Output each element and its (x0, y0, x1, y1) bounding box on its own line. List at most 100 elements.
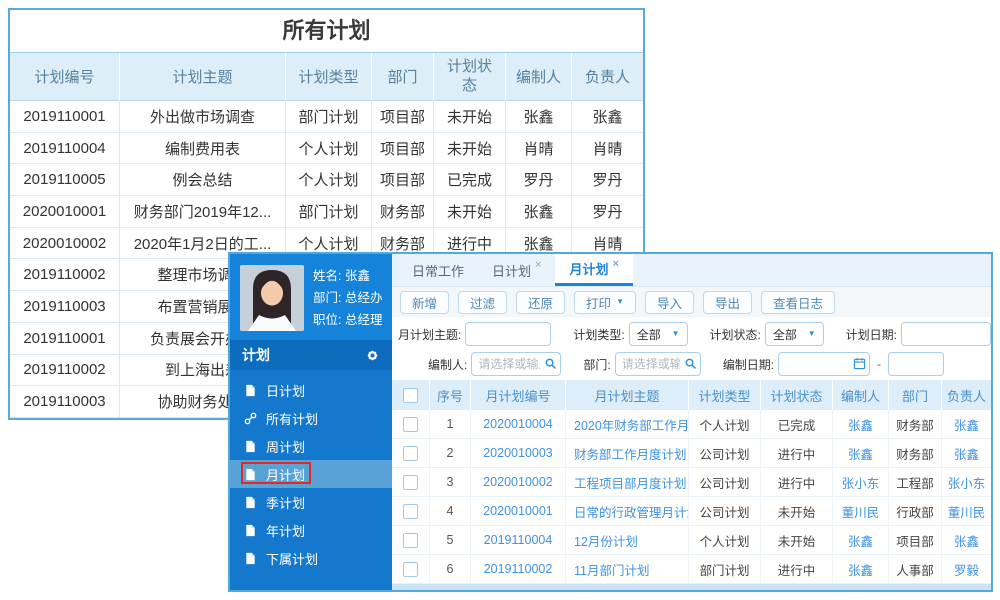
horizontal-scrollbar[interactable] (392, 584, 991, 590)
create-date-to-input[interactable] (888, 352, 945, 376)
bg-column-header-label: 计划主题 (172, 69, 233, 86)
toolbar-button-新增[interactable]: 新增 (400, 290, 450, 314)
cell-subject[interactable]: 日常的行政管理月计划 (566, 497, 689, 526)
plan-column-header: 月计划编号 (471, 380, 566, 410)
cell-subject[interactable]: 12月份计划 (566, 526, 689, 555)
search-icon[interactable] (544, 357, 557, 370)
cell-owner[interactable]: 张鑫 (942, 526, 991, 555)
cell-owner[interactable]: 董川民 (942, 497, 991, 526)
sidebar-item-所有计划[interactable]: 所有计划 (230, 404, 392, 432)
chevron-down-icon: ▼ (616, 297, 624, 306)
plan-column-header: 计划状态 (761, 380, 833, 410)
bg-cell: 2019110005 (10, 164, 120, 197)
cell-creator[interactable]: 张鑫 (833, 439, 889, 468)
cell-owner[interactable]: 张鑫 (942, 439, 991, 468)
row-checkbox-cell (392, 497, 430, 526)
row-checkbox[interactable] (403, 561, 418, 577)
cell-owner[interactable]: 罗毅 (942, 555, 991, 584)
plan-module-window: 姓名: 张鑫 部门: 总经办 职位: 总经理 计划 日计划 所有计划 周计划 月计划季… (228, 252, 993, 592)
cell-subject[interactable]: 财务部工作月度计划 (566, 439, 689, 468)
sidebar-item-年计划[interactable]: 年计划 (230, 516, 392, 544)
type-filter-select[interactable]: 全部 ▼ (628, 322, 688, 346)
tab-月计划[interactable]: 月计划 × (555, 254, 633, 286)
plan-table-body: 1 2020010004 2020年财务部工作月... 个人计划 已完成 张鑫 财务部 张鑫 2… (392, 410, 991, 584)
sidebar-section-header[interactable]: 计划 (230, 340, 392, 370)
type-filter-value: 全部 (636, 327, 661, 342)
cell-creator[interactable]: 董川民 (833, 497, 889, 526)
sidebar-item-日计划[interactable]: 日计划 (230, 376, 392, 404)
cell-creator[interactable]: 张小东 (833, 468, 889, 497)
status-filter-select[interactable]: 全部 ▼ (764, 322, 824, 346)
close-icon[interactable]: × (612, 258, 618, 270)
creator-filter-searchbox[interactable] (471, 352, 562, 376)
cell-creator[interactable]: 张鑫 (833, 410, 889, 439)
sidebar-item-周计划[interactable]: 周计划 (230, 432, 392, 460)
select-all-checkbox[interactable] (403, 387, 418, 403)
plan-table-header: 序号 月计划编号 月计划主题 计划类型 计划状态 编制人 部门 负责人 (392, 380, 991, 410)
toolbar-button-导出[interactable]: 导出 (703, 290, 753, 314)
sidebar-menu: 日计划所有计划周计划 月计划季计划年计划 下属计划 (230, 370, 392, 590)
tab-日常工作[interactable]: 日常工作 (398, 254, 478, 286)
bg-cell: 2019110002 (10, 354, 120, 387)
row-checkbox[interactable] (403, 445, 418, 461)
dept-filter-searchbox[interactable] (614, 352, 701, 376)
cell-id[interactable]: 2019110004 (471, 526, 566, 555)
cell-owner[interactable]: 张小东 (942, 468, 991, 497)
toolbar-button-导入[interactable]: 导入 (644, 290, 694, 314)
toolbar-button-打印[interactable]: 打印 ▼ (574, 290, 636, 314)
sidebar-item-label: 季计划 (266, 495, 306, 511)
plan-date-filter-input[interactable] (901, 322, 991, 346)
cell-type: 公司计划 (689, 497, 761, 526)
cell-creator[interactable]: 张鑫 (833, 526, 889, 555)
close-icon[interactable]: × (535, 259, 541, 271)
cell-id[interactable]: 2020010003 (471, 439, 566, 468)
bg-cell: 外出做市场调查 (120, 101, 286, 133)
cell-type: 部门计划 (689, 555, 761, 584)
cell-id[interactable]: 2020010002 (471, 468, 566, 497)
create-date-from-box[interactable] (778, 352, 871, 376)
bg-cell: 肖晴 (506, 132, 572, 165)
row-checkbox[interactable] (403, 503, 418, 519)
sidebar-item-label: 所有计划 (266, 411, 319, 427)
button-label: 过滤 (470, 296, 496, 311)
row-checkbox[interactable] (403, 474, 418, 490)
cell-subject[interactable]: 2020年财务部工作月... (566, 410, 689, 439)
tab-日计划[interactable]: 日计划 × (478, 254, 555, 286)
link-icon (244, 412, 257, 425)
cell-type: 公司计划 (689, 439, 761, 468)
cell-owner[interactable]: 张鑫 (942, 410, 991, 439)
cell-type: 个人计划 (689, 526, 761, 555)
file-icon (244, 496, 257, 509)
cell-subject[interactable]: 11月部门计划 (566, 555, 689, 584)
bg-cell: 未开始 (434, 132, 506, 165)
cell-type: 公司计划 (689, 468, 761, 497)
bg-cell: 项目部 (372, 164, 434, 197)
main-area: 日常工作 日计划 × 月计划 × 新增 过滤 还原 打印 ▼ 导入 导出 查看日志 月计划主题: 计划… (392, 254, 991, 590)
toolbar-button-还原[interactable]: 还原 (516, 290, 566, 314)
row-checkbox-cell (392, 410, 430, 439)
sidebar-item-下属计划[interactable]: 下属计划 (230, 544, 392, 572)
cell-dept: 工程部 (889, 468, 942, 497)
cell-subject[interactable]: 工程项目部月度计划 (566, 468, 689, 497)
cell-creator[interactable]: 张鑫 (833, 555, 889, 584)
toolbar-button-查看日志[interactable]: 查看日志 (761, 290, 836, 314)
sidebar-item-月计划[interactable]: 月计划 (230, 460, 392, 488)
gear-icon[interactable] (365, 348, 380, 363)
subject-filter-input[interactable] (465, 322, 552, 346)
sidebar: 姓名: 张鑫 部门: 总经办 职位: 总经理 计划 日计划 所有计划 周计划 月计划季… (230, 254, 392, 590)
row-checkbox[interactable] (403, 416, 418, 432)
search-icon[interactable] (684, 357, 697, 370)
bg-cell: 部门计划 (286, 101, 372, 133)
cell-id[interactable]: 2020010004 (471, 410, 566, 439)
bg-cell: 肖晴 (572, 133, 643, 165)
plan-column-header: 序号 (430, 380, 471, 410)
toolbar-button-过滤[interactable]: 过滤 (458, 290, 508, 314)
profile-name: 姓名: 张鑫 (313, 269, 370, 283)
cell-status: 进行中 (761, 439, 833, 468)
row-checkbox[interactable] (403, 532, 418, 548)
calendar-icon[interactable] (853, 357, 866, 370)
cell-id[interactable]: 2020010001 (471, 497, 566, 526)
cell-id[interactable]: 2019110002 (471, 555, 566, 584)
file-icon (244, 440, 257, 453)
sidebar-item-季计划[interactable]: 季计划 (230, 488, 392, 516)
